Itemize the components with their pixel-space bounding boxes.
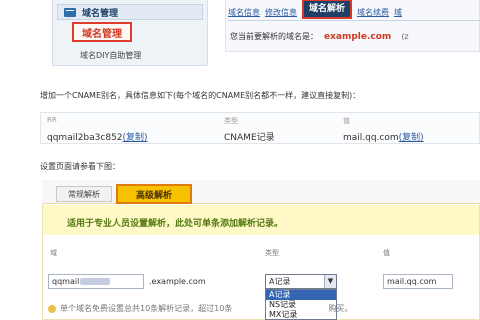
- tab-divider: [228, 20, 480, 21]
- tab-domain-info[interactable]: 域名信息: [228, 7, 260, 19]
- cname-value-text: mail.qq.com: [343, 133, 399, 143]
- advanced-banner: 适用于专业人员设置解析，此处可单条添加解析记录。: [43, 205, 479, 235]
- advanced-resolution-tab[interactable]: 高级解析: [116, 184, 192, 204]
- advanced-banner-text: 适用于专业人员设置解析，此处可单条添加解析记录。: [67, 219, 284, 229]
- footnote-tail: 购买。: [328, 304, 353, 313]
- current-domain-label: 您当前要解析的域名是：: [230, 32, 318, 41]
- cname-header-rr: RR: [47, 116, 57, 124]
- cname-header-value: 值: [343, 117, 350, 125]
- cname-instructions: 增加一个CNAME别名，具体信息如下(每个域名的CNAME别名都不一样，建议直接…: [40, 91, 361, 100]
- cname-rr-value: qqmail2ba3c852: [47, 133, 123, 143]
- sidebar-item-label: 域名管理: [82, 28, 122, 40]
- col-header-value: 值: [383, 249, 390, 257]
- sidebar-header-label: 域名管理: [82, 8, 119, 19]
- cname-table: RR 类型 值 qqmail2ba3c852(复制) CNAME记录 mail.…: [40, 112, 480, 144]
- info-bullet-icon: [48, 304, 56, 313]
- tab-domain-renewal[interactable]: 域名续费: [357, 7, 389, 19]
- record-value-input[interactable]: mail.qq.com: [383, 274, 453, 289]
- config-note: 设置页面请参看下图：: [40, 162, 120, 171]
- cname-header-type: 类型: [224, 117, 238, 125]
- sidebar-header[interactable]: 域名管理: [57, 4, 203, 20]
- tab-modify-info[interactable]: 修改信息: [265, 7, 297, 19]
- folder-icon: [64, 7, 76, 17]
- col-header-host: 域: [50, 249, 57, 257]
- record-type-option[interactable]: A记录: [266, 290, 336, 300]
- footnote-text: 单个域名免费设置总共10条解析记录，超过10条: [60, 304, 233, 313]
- current-domain-line: 您当前要解析的域名是： example.com (z: [230, 31, 409, 42]
- dropdown-arrow-icon[interactable]: ▼: [324, 275, 336, 288]
- col-header-type: 类型: [265, 249, 279, 257]
- sidebar-item-domain-management[interactable]: 域名管理: [72, 22, 132, 42]
- tab-domain-resolution[interactable]: 域名解析: [302, 0, 353, 19]
- sidebar-item-domain-diy[interactable]: 域名DIY自助管理: [80, 50, 141, 61]
- redacted-text: [80, 278, 111, 285]
- current-domain-value: example.com: [324, 32, 392, 42]
- host-prefix-value: qqmail: [52, 277, 80, 286]
- current-domain-tail: (z: [401, 32, 409, 41]
- record-type-selected: A记录: [269, 277, 291, 286]
- copy-rr-link[interactable]: (复制): [123, 133, 148, 143]
- cname-value-cell: mail.qq.com(复制): [343, 130, 424, 143]
- cname-rr-cell: qqmail2ba3c852(复制): [47, 130, 148, 143]
- domain-suffix: .example.com: [149, 277, 206, 286]
- basic-resolution-tab[interactable]: 常规解析: [56, 186, 112, 202]
- host-prefix-input[interactable]: qqmail: [48, 274, 144, 289]
- domain-tab-row: 域名信息 修改信息 域名解析 域名续费 域: [228, 0, 407, 19]
- tab-more[interactable]: 域: [394, 7, 402, 19]
- copy-value-link[interactable]: (复制): [399, 133, 424, 143]
- record-type-select[interactable]: A记录 ▼: [265, 274, 337, 289]
- cname-type-value: CNAME记录: [224, 133, 275, 143]
- footnote: 单个域名免费设置总共10条解析记录，超过10条 购买。: [48, 303, 352, 314]
